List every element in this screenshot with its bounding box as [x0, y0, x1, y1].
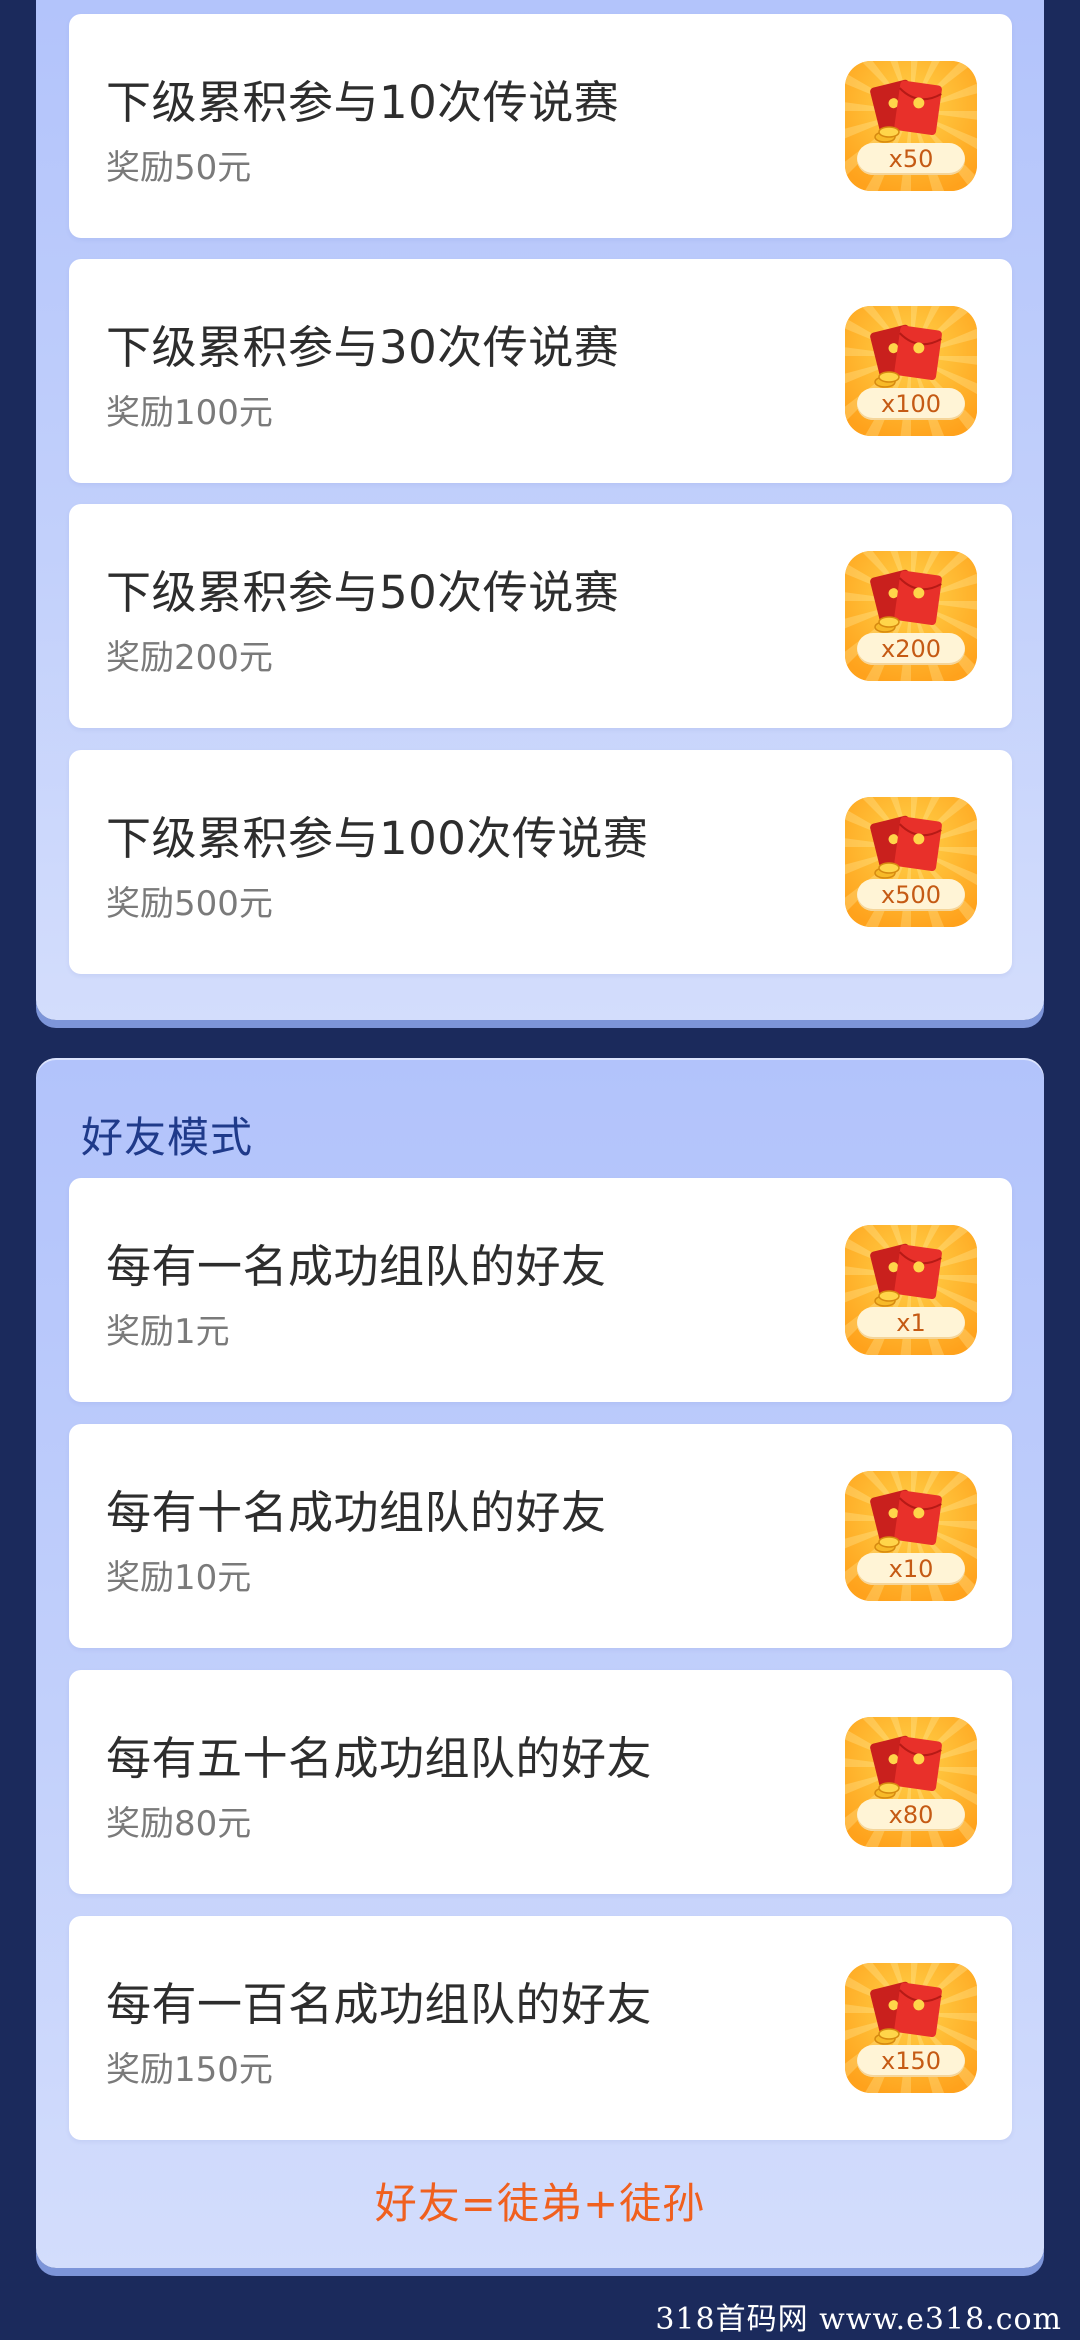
reward-amount: 奖励200元	[106, 638, 273, 678]
reward-count-label: x500	[857, 879, 965, 911]
reward-card-title: 下级累积参与50次传说赛	[106, 566, 620, 619]
reward-card-title: 每有十名成功组队的好友	[106, 1486, 607, 1539]
reward-card-title: 下级累积参与30次传说赛	[106, 321, 620, 374]
reward-card: 每有一百名成功组队的好友 奖励150元 x150	[69, 1916, 1012, 2140]
reward-card: 下级累积参与30次传说赛 奖励100元 x100	[69, 259, 1012, 483]
friend-mode-panel: 好友模式 每有一名成功组队的好友 奖励1元 x1 每有十名成功组队的好友 奖励1…	[36, 1058, 1044, 2268]
reward-card-title: 下级累积参与100次传说赛	[106, 812, 649, 865]
reward-amount: 奖励10元	[106, 1558, 252, 1598]
reward-amount: 奖励80元	[106, 1804, 252, 1844]
red-envelope-reward-icon: x10	[845, 1471, 977, 1601]
reward-card-title: 每有一百名成功组队的好友	[106, 1978, 653, 2031]
reward-count-label: x100	[857, 388, 965, 420]
red-envelope-reward-icon: x500	[845, 797, 977, 927]
section-title: 好友模式	[81, 1113, 254, 1162]
red-envelope-reward-icon: x80	[845, 1717, 977, 1847]
site-watermark: 318首码网 www.e318.com	[655, 2302, 1062, 2337]
reward-card-title: 每有五十名成功组队的好友	[106, 1732, 653, 1785]
reward-card: 下级累积参与50次传说赛 奖励200元 x200	[69, 504, 1012, 728]
reward-count-label: x50	[857, 143, 965, 175]
red-envelope-reward-icon: x1	[845, 1225, 977, 1355]
reward-card: 下级累积参与10次传说赛 奖励50元 x50	[69, 14, 1012, 238]
reward-count-label: x10	[857, 1553, 965, 1585]
red-envelope-reward-icon: x50	[845, 61, 977, 191]
reward-count-label: x1	[857, 1307, 965, 1339]
reward-amount: 奖励50元	[106, 148, 252, 188]
legend-match-rewards-panel: 下级累积参与10次传说赛 奖励50元 x50 下级累积参与30次传说赛 奖励10…	[36, 0, 1044, 1020]
reward-card: 每有五十名成功组队的好友 奖励80元 x80	[69, 1670, 1012, 1894]
reward-card-title: 下级累积参与10次传说赛	[106, 76, 620, 129]
reward-card: 下级累积参与100次传说赛 奖励500元 x500	[69, 750, 1012, 974]
red-envelope-reward-icon: x150	[845, 1963, 977, 2093]
reward-card: 每有十名成功组队的好友 奖励10元 x10	[69, 1424, 1012, 1648]
reward-amount: 奖励1元	[106, 1312, 230, 1352]
friend-definition-note: 好友=徒弟+徒孙	[374, 2179, 706, 2228]
reward-card: 每有一名成功组队的好友 奖励1元 x1	[69, 1178, 1012, 1402]
reward-count-label: x150	[857, 2045, 965, 2077]
reward-count-label: x200	[857, 633, 965, 665]
reward-count-label: x80	[857, 1799, 965, 1831]
red-envelope-reward-icon: x200	[845, 551, 977, 681]
reward-card-title: 每有一名成功组队的好友	[106, 1240, 607, 1293]
reward-amount: 奖励150元	[106, 2050, 273, 2090]
reward-amount: 奖励500元	[106, 884, 273, 924]
reward-amount: 奖励100元	[106, 393, 273, 433]
red-envelope-reward-icon: x100	[845, 306, 977, 436]
